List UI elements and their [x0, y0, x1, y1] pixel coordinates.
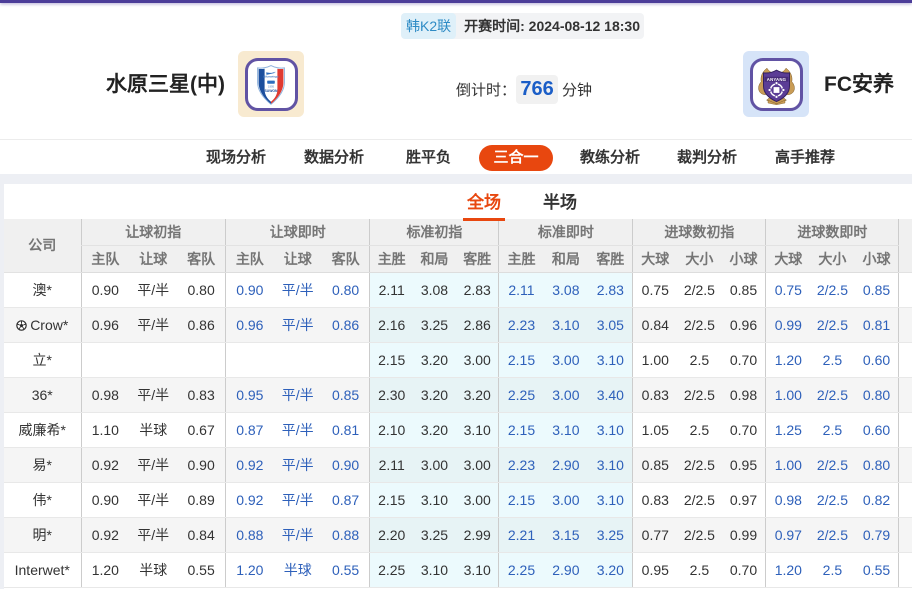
svg-text:Bluewings: Bluewings: [263, 74, 279, 78]
svg-text:ANYANG: ANYANG: [766, 76, 786, 81]
svg-text:SUWON: SUWON: [265, 88, 279, 92]
svg-text:1995: 1995: [268, 84, 274, 88]
